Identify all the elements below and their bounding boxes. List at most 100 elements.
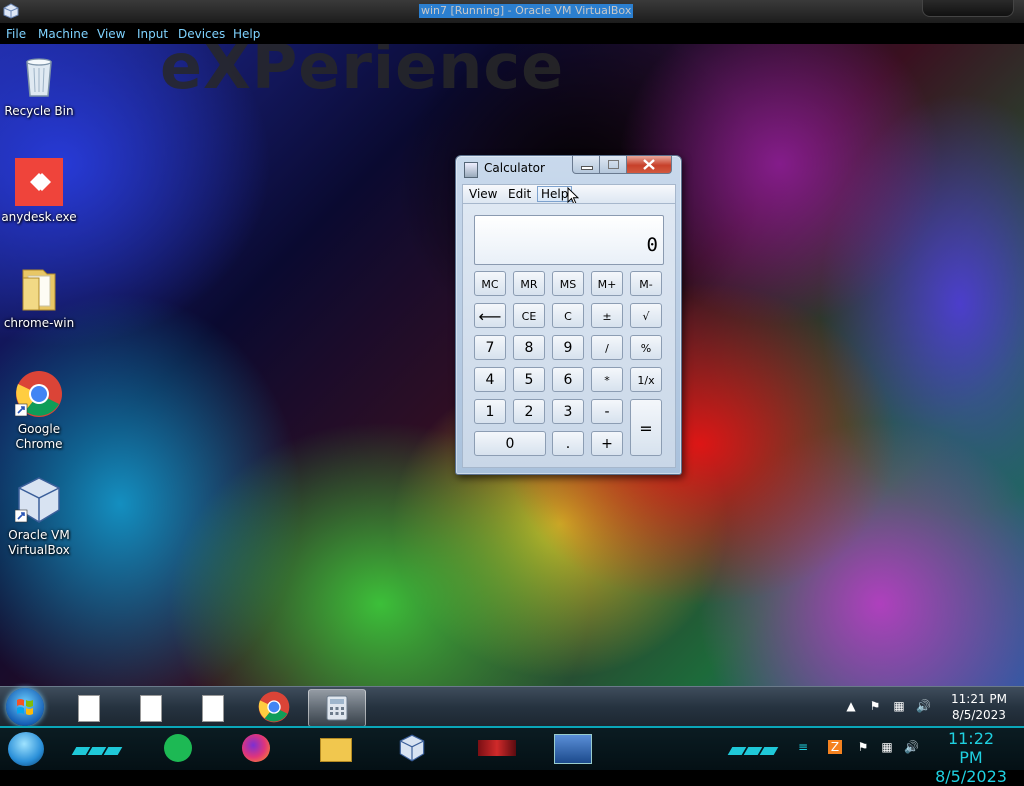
key-minus[interactable]: - (591, 399, 623, 424)
host-taskbar-win7-vm[interactable] (548, 732, 598, 764)
close-button[interactable] (626, 156, 672, 174)
host-taskbar-spotify[interactable] (158, 732, 202, 764)
key-divide[interactable]: / (591, 335, 623, 360)
folder-icon (22, 269, 56, 311)
menu-view[interactable]: View (97, 27, 125, 41)
key-decimal[interactable]: . (552, 431, 584, 456)
wallpaper-watermark: eXPerience (160, 44, 565, 103)
menu-devices[interactable]: Devices (178, 27, 225, 41)
action-center-flag-icon[interactable]: ⚑ (868, 699, 882, 713)
host-tray-app-icon[interactable]: Z (828, 740, 842, 754)
system-tray: ▲ ⚑ ▦ 🔊 11:21 PM 8/5/2023 (842, 687, 1024, 727)
key-backspace[interactable]: ⟵ (474, 303, 506, 328)
desktop-icon-recycle-bin[interactable]: Recycle Bin (1, 52, 77, 119)
key-mr[interactable]: MR (513, 271, 545, 296)
desktop-icon-anydesk[interactable]: anydesk.exe (1, 158, 77, 225)
key-equals[interactable]: = (630, 399, 662, 456)
key-multiply[interactable]: * (591, 367, 623, 392)
host-network-icon[interactable]: ▦ (880, 740, 894, 754)
menu-file[interactable]: File (6, 27, 26, 41)
key-percent[interactable]: % (630, 335, 662, 360)
taskbar-document-2[interactable] (122, 689, 178, 725)
host-taskbar-firefox[interactable] (236, 732, 280, 764)
host-taskbar-app-red[interactable] (470, 732, 524, 764)
desktop-icon-google-chrome[interactable]: Google Chrome (1, 370, 77, 452)
windows-logo-icon (17, 699, 33, 715)
key-9[interactable]: 9 (552, 335, 584, 360)
host-taskbar-virtualbox[interactable] (390, 732, 434, 764)
virtualbox-menu-bar: File Machine View Input Devices Help (0, 24, 1024, 44)
key-plus[interactable]: + (591, 431, 623, 456)
show-hidden-icons-arrow-icon[interactable]: ▲ (844, 699, 858, 713)
key-0[interactable]: 0 (474, 431, 546, 456)
desktop-icon-virtualbox[interactable]: Oracle VM VirtualBox (1, 476, 77, 558)
window-controls[interactable] (922, 0, 1014, 17)
chrome-icon (258, 691, 290, 723)
key-reciprocal[interactable]: 1/x (630, 367, 662, 392)
key-c[interactable]: C (552, 303, 584, 328)
taskbar-document-3[interactable] (184, 689, 240, 725)
guest-clock-time: 11:21 PM (951, 692, 1007, 706)
key-plus-minus[interactable]: ± (591, 303, 623, 328)
display-value: 0 (646, 234, 658, 256)
key-1[interactable]: 1 (474, 399, 506, 424)
calculator-icon (464, 162, 478, 178)
host-taskbar-file-explorer[interactable] (314, 732, 358, 764)
calc-menu-view[interactable]: View (469, 187, 497, 201)
key-6[interactable]: 6 (552, 367, 584, 392)
host-volume-icon[interactable]: 🔊 (904, 740, 919, 754)
calculator-window[interactable]: Calculator View Edit Help 0 MC MR MS M+ … (455, 155, 682, 475)
key-5[interactable]: 5 (513, 367, 545, 392)
virtualbox-icon (399, 734, 425, 762)
key-2[interactable]: 2 (513, 399, 545, 424)
volume-icon[interactable]: 🔊 (916, 699, 931, 713)
taskbar-chrome[interactable] (246, 689, 302, 725)
maximize-button[interactable] (599, 156, 627, 174)
guest-taskbar: ▲ ⚑ ▦ 🔊 11:21 PM 8/5/2023 (0, 686, 1024, 727)
firefox-icon (242, 734, 270, 762)
key-m-minus[interactable]: M- (630, 271, 662, 296)
host-tray-menu-icon[interactable]: ≡ (796, 740, 810, 754)
key-8[interactable]: 8 (513, 335, 545, 360)
key-7[interactable]: 7 (474, 335, 506, 360)
start-button[interactable] (6, 688, 44, 726)
taskbar-document-1[interactable] (60, 689, 116, 725)
key-4[interactable]: 4 (474, 367, 506, 392)
virtualbox-title-bar: win7 [Running] - Oracle VM VirtualBox (0, 0, 1024, 24)
network-icon[interactable]: ▦ (892, 699, 906, 713)
key-3[interactable]: 3 (552, 399, 584, 424)
desktop-icon-label: Oracle VM VirtualBox (8, 528, 70, 557)
desktop-icon-chrome-win-folder[interactable]: chrome-win (1, 264, 77, 331)
chrome-icon (15, 371, 62, 417)
host-clock-date: 8/5/2023 (935, 767, 1007, 786)
spotify-icon (164, 734, 192, 762)
minimize-button[interactable] (572, 156, 600, 174)
folder-icon (320, 738, 352, 762)
key-mc[interactable]: MC (474, 271, 506, 296)
menu-help[interactable]: Help (233, 27, 260, 41)
calc-menu-edit[interactable]: Edit (508, 187, 531, 201)
guest-clock[interactable]: 11:21 PM 8/5/2023 (944, 691, 1014, 723)
key-ce[interactable]: CE (513, 303, 545, 328)
virtualbox-logo-icon (3, 3, 19, 19)
virtualbox-icon (15, 477, 60, 523)
win7-vm-icon (554, 734, 592, 764)
calculator-body: 0 MC MR MS M+ M- ⟵ CE C ± √ 7 8 9 / % 4 … (462, 203, 676, 468)
window-title: win7 [Running] - Oracle VM VirtualBox (419, 4, 634, 18)
guest-clock-date: 8/5/2023 (952, 708, 1006, 722)
host-clock[interactable]: 11:22 PM 8/5/2023 (934, 729, 1008, 786)
host-action-center-flag-icon[interactable]: ⚑ (856, 740, 870, 754)
calculator-title: Calculator (484, 161, 545, 175)
key-ms[interactable]: MS (552, 271, 584, 296)
menu-input[interactable]: Input (137, 27, 168, 41)
taskbar-calculator[interactable] (308, 689, 366, 727)
menu-machine[interactable]: Machine (38, 27, 88, 41)
recycle-bin-icon (26, 58, 52, 97)
desktop-icon-label: Recycle Bin (4, 104, 74, 118)
decor-stripes-left (71, 740, 123, 755)
key-m-plus[interactable]: M+ (591, 271, 623, 296)
desktop-icon-label: chrome-win (3, 316, 75, 330)
app-icon (478, 740, 516, 756)
key-sqrt[interactable]: √ (630, 303, 662, 328)
host-start-orb[interactable] (8, 732, 44, 766)
